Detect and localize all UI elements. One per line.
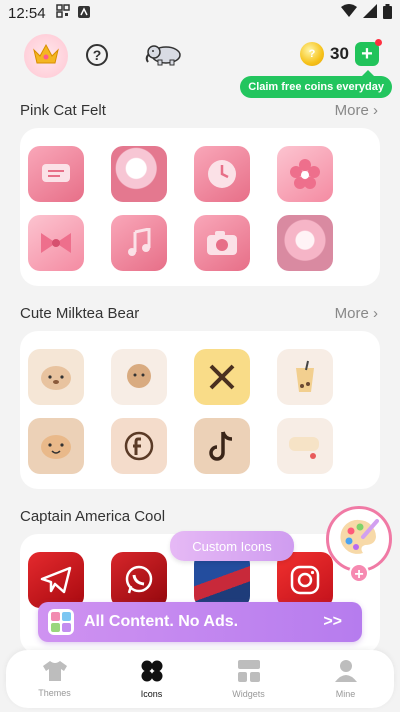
bear-smile-icon[interactable] bbox=[28, 418, 84, 474]
more-label: More bbox=[334, 305, 369, 322]
coin-icon: ? bbox=[300, 42, 324, 66]
tiktok-icon[interactable] bbox=[194, 418, 250, 474]
section-title-cute-milktea-bear: Cute Milktea Bear bbox=[20, 305, 140, 322]
nav-themes[interactable]: Themes bbox=[6, 650, 103, 708]
bottom-navigation: Themes Icons Widgets Mine bbox=[6, 650, 394, 708]
my-melody-photo-icon[interactable] bbox=[277, 215, 333, 271]
wifi-icon bbox=[341, 4, 357, 22]
tshirt-icon bbox=[42, 660, 68, 684]
elephant-icon[interactable] bbox=[144, 42, 184, 71]
add-coins-label: + bbox=[361, 43, 373, 65]
bow-icon[interactable] bbox=[28, 215, 84, 271]
good-sticker-icon[interactable] bbox=[277, 418, 333, 474]
add-coins-button[interactable]: + bbox=[354, 39, 382, 66]
signal-icon bbox=[363, 4, 377, 22]
notification-dot bbox=[374, 39, 382, 46]
music-icon[interactable] bbox=[111, 215, 167, 271]
bubble-tea-icon[interactable] bbox=[277, 349, 333, 405]
nav-themes-label: Themes bbox=[38, 688, 71, 698]
more-label: More bbox=[334, 102, 369, 119]
claim-coins-tooltip[interactable]: Claim free coins everyday bbox=[240, 70, 392, 98]
flower-icon[interactable] bbox=[277, 146, 333, 202]
no-ads-arrow: >> bbox=[323, 613, 342, 630]
hello-kitty-photo-icon[interactable] bbox=[111, 146, 167, 202]
battery-icon bbox=[383, 3, 392, 23]
facebook-icon[interactable] bbox=[111, 418, 167, 474]
instagram-icon[interactable] bbox=[277, 552, 333, 608]
add-custom-icon-button[interactable]: + bbox=[349, 563, 369, 583]
more-link-cute-milktea-bear[interactable]: More › bbox=[335, 305, 378, 322]
custom-icons-bubble[interactable]: Custom Icons bbox=[170, 531, 294, 561]
no-ads-banner[interactable]: All Content. No Ads. >> bbox=[38, 602, 362, 642]
profile-icon bbox=[334, 659, 358, 685]
more-link-pink-cat-felt[interactable]: More › bbox=[335, 102, 378, 119]
clover-icon bbox=[140, 659, 164, 685]
custom-icons-fab[interactable]: + bbox=[326, 506, 392, 583]
message-icon[interactable] bbox=[28, 146, 84, 202]
help-button[interactable]: ? bbox=[86, 44, 108, 66]
nav-icons[interactable]: Icons bbox=[103, 650, 200, 708]
coin-symbol: ? bbox=[308, 48, 316, 60]
icon-grid-pink-cat-felt bbox=[28, 146, 333, 271]
section-title-captain-america-cool: Captain America Cool bbox=[20, 508, 166, 525]
clock-icon[interactable] bbox=[194, 146, 250, 202]
app-notification-icon bbox=[77, 5, 90, 22]
whatsapp-icon[interactable] bbox=[111, 552, 167, 608]
app-grid-icon bbox=[48, 609, 74, 635]
x-twitter-icon[interactable] bbox=[194, 349, 250, 405]
status-bar: 12:54 bbox=[0, 0, 400, 26]
nav-icons-label: Icons bbox=[140, 689, 163, 699]
telegram-icon[interactable] bbox=[28, 552, 84, 608]
status-time: 12:54 bbox=[8, 4, 46, 22]
bear-face-icon[interactable] bbox=[28, 349, 84, 405]
qr-code-icon bbox=[55, 4, 70, 22]
widgets-icon bbox=[237, 659, 261, 685]
section-title-pink-cat-felt: Pink Cat Felt bbox=[20, 102, 106, 119]
nav-mine[interactable]: Mine bbox=[297, 650, 394, 708]
nav-widgets[interactable]: Widgets bbox=[200, 650, 297, 708]
vip-crown-button[interactable] bbox=[24, 34, 68, 78]
palette-icon bbox=[339, 517, 379, 562]
top-bar: ? ? 30 + bbox=[0, 28, 400, 82]
bear-milktea-icon[interactable] bbox=[111, 349, 167, 405]
camera-icon[interactable] bbox=[194, 215, 250, 271]
nav-mine-label: Mine bbox=[335, 689, 356, 699]
coin-count: 30 bbox=[330, 44, 349, 63]
coin-balance[interactable]: ? 30 + bbox=[300, 39, 382, 66]
nav-widgets-label: Widgets bbox=[232, 689, 265, 699]
icon-grid-cute-milktea-bear bbox=[28, 349, 333, 474]
crown-icon bbox=[32, 42, 60, 71]
no-ads-text: All Content. No Ads. bbox=[84, 613, 239, 630]
